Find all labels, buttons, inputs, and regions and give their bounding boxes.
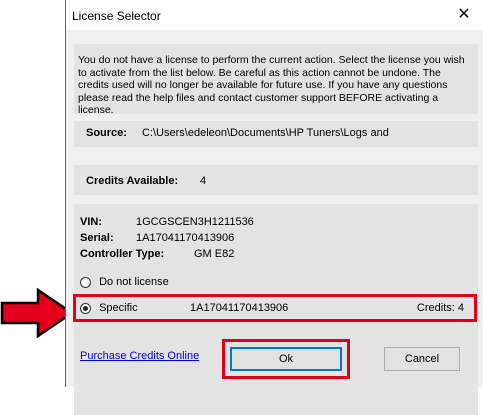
dialog-body: You do not have a license to perform the… xyxy=(66,30,483,415)
source-panel: Source: C:\Users\edeleon\Documents\HP Tu… xyxy=(74,121,478,147)
window-title: License Selector xyxy=(72,9,161,23)
serial-value: 1A17041170413906 xyxy=(136,232,235,244)
close-icon: ✕ xyxy=(457,6,471,23)
specific-highlight-box xyxy=(73,294,477,322)
vin-label: VIN: xyxy=(80,216,102,228)
annotation-arrow-icon xyxy=(0,288,75,338)
purchase-credits-link[interactable]: Purchase Credits Online xyxy=(80,350,199,362)
close-button[interactable]: ✕ xyxy=(447,2,481,28)
credits-available-label: Credits Available: xyxy=(86,175,179,187)
source-path: C:\Users\edeleon\Documents\HP Tuners\Log… xyxy=(142,127,389,139)
cancel-button[interactable]: Cancel xyxy=(384,347,460,371)
serial-label: Serial: xyxy=(80,232,114,244)
title-bar: License Selector ✕ xyxy=(66,0,483,30)
license-selector-dialog: License Selector ✕ You do not have a lic… xyxy=(65,0,483,415)
source-label: Source: xyxy=(86,127,127,139)
vin-value: 1GCGSCEN3H1211536 xyxy=(136,216,254,228)
credits-available-value: 4 xyxy=(200,175,207,187)
do-not-license-radio[interactable] xyxy=(80,276,91,288)
controller-type-label: Controller Type: xyxy=(80,248,165,260)
intro-text: You do not have a license to perform the… xyxy=(78,54,465,116)
intro-panel: You do not have a license to perform the… xyxy=(74,44,478,116)
do-not-license-option[interactable]: Do not license xyxy=(80,276,169,288)
do-not-license-label: Do not license xyxy=(99,276,169,289)
controller-type-value: GM E82 xyxy=(194,248,235,260)
license-info-panel: VIN: 1GCGSCEN3H1211536 Serial: 1A1704117… xyxy=(73,204,478,415)
ok-button[interactable]: Ok xyxy=(230,347,342,371)
credits-panel: Credits Available: 4 xyxy=(74,165,478,195)
